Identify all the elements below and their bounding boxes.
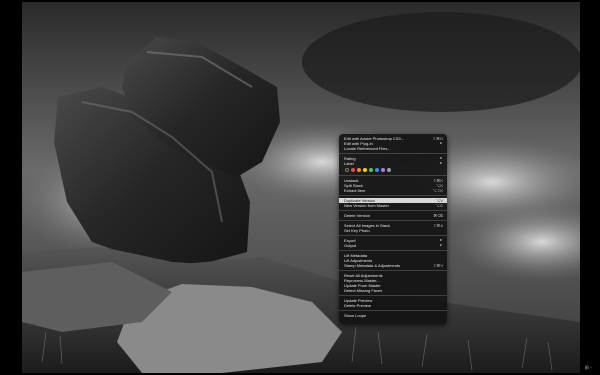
label-orange-swatch[interactable] (357, 167, 361, 172)
label-blue-swatch[interactable] (375, 167, 379, 172)
menu-item-stamp[interactable]: Stamp Metadata & Adjustments ⇧⌘V (339, 263, 447, 268)
menu-separator (339, 153, 447, 154)
menu-separator (339, 175, 447, 176)
menu-item-show-loupe[interactable]: Show Loupe (339, 313, 447, 318)
menu-item-output[interactable]: Output ► (339, 243, 447, 248)
menu-separator (339, 295, 447, 296)
menu-item-set-key-photo[interactable]: Set Key Photo (339, 228, 447, 233)
menu-item-delete-preview[interactable]: Delete Preview (339, 303, 447, 308)
label-yellow-swatch[interactable] (363, 167, 367, 172)
menu-separator (339, 210, 447, 211)
menu-item-new-version-master[interactable]: New Version from Master ⌥G (339, 203, 447, 208)
menu-separator (339, 250, 447, 251)
menu-separator (339, 270, 447, 271)
menu-item-delete-version[interactable]: Delete Version ⌘⌫ (339, 213, 447, 218)
photo[interactable] (22, 2, 580, 373)
menu-item-extract-item[interactable]: Extract Item ⌥⇧K (339, 188, 447, 193)
menu-separator (339, 310, 447, 311)
label-gray-swatch[interactable] (387, 167, 391, 172)
label-purple-swatch[interactable] (381, 167, 385, 172)
menu-separator (339, 195, 447, 196)
menu-item-detect-faces[interactable]: Detect Missing Faces (339, 288, 447, 293)
image-viewer: Edit with Adobe Photoshop CS3... ⇧⌘O Edit… (0, 0, 600, 375)
menu-separator (339, 235, 447, 236)
label-green-swatch[interactable] (369, 167, 373, 172)
label-color-picker (339, 166, 447, 173)
menu-item-locate-files[interactable]: Locate Referenced Files... (339, 146, 447, 151)
no-label-swatch[interactable] (345, 167, 349, 172)
menu-item-label[interactable]: Label ► (339, 161, 447, 166)
label-red-swatch[interactable] (351, 167, 355, 172)
fullscreen-controls-icon[interactable]: ⊞ ◦ (585, 365, 592, 371)
menu-separator (339, 220, 447, 221)
context-menu: Edit with Adobe Photoshop CS3... ⇧⌘O Edit… (339, 134, 447, 324)
